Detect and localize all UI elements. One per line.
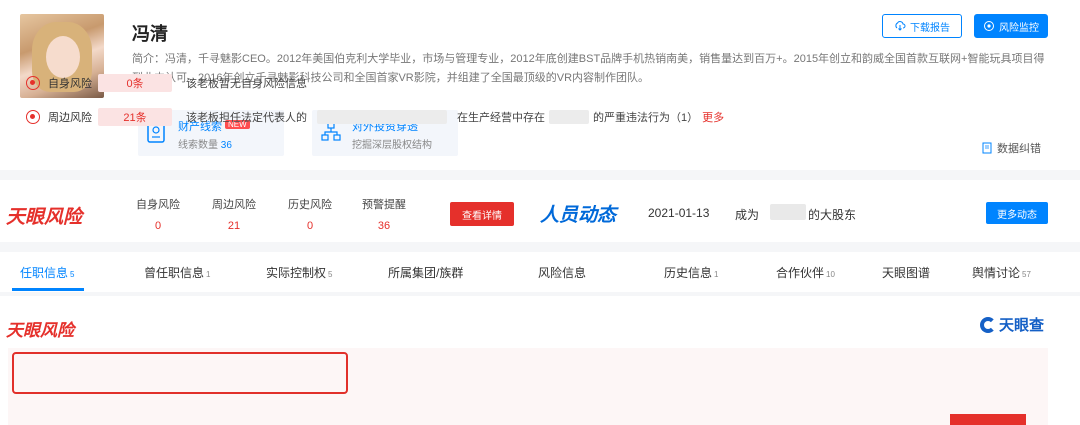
self-risk-row-label: 自身风险 <box>48 78 92 90</box>
highlight-annotation-box <box>12 352 348 394</box>
surrounding-risk-row-count: 21条 <box>98 108 172 126</box>
tab-graph-label: 天眼图谱 <box>882 266 931 280</box>
surrounding-risk-row[interactable]: 周边风险 21条 该老板担任法定代表人的 在生产经营中存在 的严重违法行为（1）… <box>18 106 724 128</box>
people-dynamics-title: 人员动态 <box>540 205 617 226</box>
redacted-company-name <box>317 110 447 124</box>
alert-icon <box>26 76 40 90</box>
history-risk-stat[interactable]: 历史风险 0 <box>280 196 340 232</box>
tab-history[interactable]: 历史信息 1 <box>664 264 718 281</box>
tab-history-count: 1 <box>714 270 719 279</box>
tab-public-opinion-count: 57 <box>1022 270 1031 279</box>
tab-actual-control-count: 5 <box>328 270 333 279</box>
self-risk-label: 自身风险 <box>136 199 180 211</box>
tab-risk-info[interactable]: 风险信息 <box>538 264 588 281</box>
investment-penetration-sub: 挖掘深层股权结构 <box>352 140 432 151</box>
tab-positions[interactable]: 任职信息 5 <box>20 264 74 281</box>
surrounding-risk-value: 21 <box>227 220 241 232</box>
person-name: 冯清 <box>132 24 168 44</box>
active-tab-indicator <box>12 288 84 291</box>
tab-former-positions[interactable]: 曾任职信息 1 <box>144 264 210 281</box>
tab-former-positions-count: 1 <box>206 270 211 279</box>
red-action-button[interactable] <box>950 414 1026 425</box>
tab-public-opinion[interactable]: 舆情讨论 57 <box>972 264 1031 281</box>
tab-risk-info-label: 风险信息 <box>538 266 587 280</box>
tianyancha-logo: 天眼查 <box>980 314 1044 335</box>
tab-partners-count: 10 <box>826 270 835 279</box>
view-details-button[interactable]: 查看详情 <box>450 202 514 226</box>
clue-count-value: 36 <box>220 140 232 151</box>
redacted-company <box>770 204 806 220</box>
surrounding-risk-row-text-c: 的严重违法行为（1） <box>593 112 699 124</box>
tab-partners-label: 合作伙伴 <box>776 266 825 280</box>
people-dynamics-shareholder: 的大股东 <box>808 208 857 222</box>
tab-actual-control-label: 实际控制权 <box>266 266 327 280</box>
surrounding-risk-row-text-a: 该老板担任法定代表人的 <box>186 112 307 124</box>
more-dynamics-button[interactable]: 更多动态 <box>986 202 1048 224</box>
monitor-icon <box>984 21 994 31</box>
warning-label: 预警提醒 <box>362 199 406 211</box>
warning-stat[interactable]: 预警提醒 36 <box>354 196 414 232</box>
surrounding-risk-row-label: 周边风险 <box>48 112 92 124</box>
tab-public-opinion-label: 舆情讨论 <box>972 266 1021 280</box>
self-risk-stat[interactable]: 自身风险 0 <box>128 196 188 232</box>
self-risk-row-count: 0条 <box>98 74 172 92</box>
surrounding-risk-row-text-b: 在生产经营中存在 <box>457 112 545 124</box>
tab-history-label: 历史信息 <box>664 266 713 280</box>
people-dynamics-date: 2021-01-13 <box>648 206 710 220</box>
redacted-item <box>549 110 589 124</box>
edit-doc-icon <box>982 142 992 154</box>
tab-bar: 任职信息 5 曾任职信息 1 实际控制权 5 所属集团/族群 风险信息 历史信息 1 合… <box>0 252 1080 292</box>
tab-group-label: 所属集团/族群 <box>388 266 464 280</box>
history-risk-label: 历史风险 <box>288 199 332 211</box>
warning-value: 36 <box>377 220 391 232</box>
clue-count-label: 线索数量 <box>178 140 218 151</box>
tab-actual-control[interactable]: 实际控制权 5 <box>266 264 332 281</box>
surrounding-risk-stat[interactable]: 周边风险 21 <box>204 196 264 232</box>
tab-former-positions-label: 曾任职信息 <box>144 266 205 280</box>
tianyancha-brand: 天眼查 <box>999 317 1045 334</box>
surrounding-risk-label: 周边风险 <box>212 199 256 211</box>
risk-monitor-button[interactable]: 风险监控 <box>974 14 1048 38</box>
tianyan-risk-logo-2: 天眼风险 <box>6 321 74 340</box>
tab-graph[interactable]: 天眼图谱 <box>882 264 932 281</box>
more-link[interactable]: 更多 <box>702 109 724 125</box>
tab-group[interactable]: 所属集团/族群 <box>388 264 465 281</box>
data-correction-label: 数据纠错 <box>997 143 1041 155</box>
tab-positions-count: 5 <box>70 270 75 279</box>
cloud-download-icon <box>895 21 906 31</box>
self-risk-row-text: 该老板暂无自身风险信息 <box>186 78 307 90</box>
tab-partners[interactable]: 合作伙伴 10 <box>776 264 835 281</box>
history-risk-value: 0 <box>306 220 314 232</box>
download-report-button[interactable]: 下载报告 <box>882 14 962 38</box>
tianyan-risk-logo: 天眼风险 <box>6 207 83 228</box>
data-correction-link[interactable]: 数据纠错 <box>982 140 1041 156</box>
self-risk-value: 0 <box>154 220 162 232</box>
tab-positions-label: 任职信息 <box>20 266 69 280</box>
self-risk-row[interactable]: 自身风险 0条 该老板暂无自身风险信息 <box>18 72 307 94</box>
people-dynamics-become: 成为 <box>735 208 760 222</box>
alert-icon <box>26 110 40 124</box>
tianyancha-c-icon <box>980 316 996 333</box>
download-report-label: 下载报告 <box>910 22 950 34</box>
risk-monitor-label: 风险监控 <box>999 22 1039 34</box>
